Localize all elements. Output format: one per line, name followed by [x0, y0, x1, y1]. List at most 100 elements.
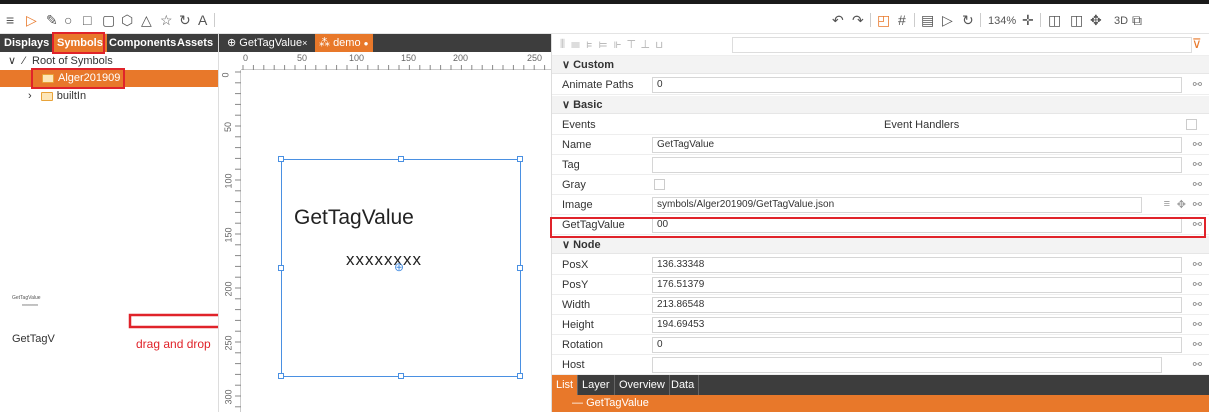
panel-left-icon[interactable]: ◫ [1048, 13, 1061, 27]
section-label: Custom [573, 59, 615, 71]
link-icon[interactable]: ⚯ [1193, 278, 1202, 291]
symbol-thumb-label[interactable]: GetTagV [12, 333, 55, 345]
resize-handle[interactable] [517, 265, 523, 271]
tab-list[interactable]: List [552, 375, 579, 395]
move-icon[interactable]: ✥ [1090, 13, 1102, 27]
tab-demo[interactable]: ⁂ demo ● [315, 34, 373, 52]
link-icon[interactable]: ⚯ [1193, 298, 1202, 311]
3d-toggle[interactable]: 3D [1114, 15, 1128, 27]
circle-tool-icon[interactable]: ○ [64, 13, 72, 27]
fullscreen-icon[interactable]: ⧉ [1132, 13, 1142, 27]
section-custom[interactable]: ∨ Custom [552, 56, 1209, 74]
chevron-down-icon: ∨ [562, 59, 574, 71]
list-item[interactable]: — GetTagValue [552, 395, 1209, 412]
resize-handle[interactable] [398, 156, 404, 162]
align-toolbar: ⫴☰⊧⊨⊩⊤⊥⊔ ⊽ [552, 34, 1209, 56]
link-icon[interactable]: ⚯ [1193, 158, 1202, 171]
list-icon[interactable]: ≡ [1164, 198, 1170, 210]
image-field[interactable]: symbols/Alger201909/GetTagValue.json [652, 197, 1142, 213]
rect-tool-icon[interactable]: □ [83, 13, 91, 27]
tree-item-label: builtIn [56, 90, 87, 102]
tag-field[interactable] [652, 157, 1182, 173]
ruler-label: 250 [527, 53, 543, 63]
link-icon[interactable]: ⚯ [1193, 218, 1202, 231]
host-field[interactable] [652, 357, 1162, 373]
link-icon[interactable]: ⚯ [1193, 358, 1202, 371]
resize-handle[interactable] [398, 373, 404, 379]
animate-paths-field[interactable]: 0 [652, 77, 1182, 93]
gettagvalue-field[interactable]: 00 [652, 217, 1182, 233]
preview-play-icon[interactable]: ▷ [942, 13, 953, 27]
undo-icon[interactable]: ↶ [832, 13, 844, 27]
panel-right-icon[interactable]: ◫ [1070, 13, 1083, 27]
tab-overview[interactable]: Overview [615, 375, 670, 395]
posx-field[interactable]: 136.33348 [652, 257, 1182, 273]
resize-handle[interactable] [278, 373, 284, 379]
resize-handle[interactable] [278, 156, 284, 162]
thumb-sub: xxxxxxxx [22, 302, 38, 307]
move-icon[interactable]: ✥ [1177, 198, 1186, 211]
tab-components[interactable]: Components [105, 34, 180, 52]
resize-handle[interactable] [517, 156, 523, 162]
prop-label: Name [562, 139, 592, 151]
anchor-icon[interactable]: ⊕ [394, 260, 404, 274]
tree-item-alger201909[interactable]: Alger201909 [0, 70, 218, 87]
list-item-label: GetTagValue [586, 397, 649, 409]
property-filter-input[interactable] [732, 37, 1192, 53]
unsaved-dot-icon: ● [363, 39, 369, 48]
filter-icon[interactable]: ⊽ [1192, 36, 1202, 52]
section-basic[interactable]: ∨ Basic [552, 96, 1209, 114]
events-checkbox[interactable] [1186, 119, 1197, 130]
row-host: Host ⚯ [552, 355, 1209, 375]
link-icon[interactable]: ⚯ [1193, 318, 1202, 331]
resize-handle[interactable] [278, 265, 284, 271]
toolbar-divider [870, 13, 871, 27]
section-node[interactable]: ∨ Node [552, 236, 1209, 254]
link-icon[interactable]: ⚯ [1193, 78, 1202, 91]
event-handlers-label[interactable]: Event Handlers [884, 119, 959, 131]
bottom-tabs: List Layer Overview Data [552, 375, 1209, 395]
redo-icon[interactable]: ↷ [852, 13, 864, 27]
ruler-label: 50 [223, 121, 234, 133]
tab-layer[interactable]: Layer [578, 375, 615, 395]
name-field[interactable]: GetTagValue [652, 137, 1182, 153]
ruler-label: 300 [223, 389, 234, 405]
ruler-label: 150 [401, 53, 417, 63]
posy-field[interactable]: 176.51379 [652, 277, 1182, 293]
tab-data[interactable]: Data [667, 375, 700, 395]
rounded-rect-tool-icon[interactable]: ▢ [102, 13, 115, 27]
height-field[interactable]: 194.69453 [652, 317, 1182, 333]
link-icon[interactable]: ⚯ [1193, 178, 1202, 191]
close-icon[interactable]: × [302, 38, 307, 48]
tab-displays[interactable]: Displays [0, 34, 53, 52]
tab-symbols[interactable]: Symbols [53, 34, 107, 52]
symbol-node[interactable]: GetTagValue xxxxxxxx ⊕ [278, 156, 523, 379]
fit-icon[interactable]: ✛ [1022, 13, 1034, 27]
align-icons[interactable]: ⫴☰⊧⊨⊩⊤⊥⊔ [560, 37, 669, 52]
link-icon[interactable]: ⚯ [1193, 198, 1202, 211]
save-icon[interactable]: ▤ [921, 13, 934, 27]
hexagon-tool-icon[interactable]: ⬡ [121, 13, 133, 27]
grid-icon[interactable]: # [898, 13, 906, 27]
pen-icon[interactable]: ✎ [46, 13, 58, 27]
width-field[interactable]: 213.86548 [652, 297, 1182, 313]
tree-item-builtin[interactable]: › builtIn [0, 88, 218, 104]
tab-assets[interactable]: Assets [173, 34, 217, 52]
reload-icon[interactable]: ↻ [962, 13, 974, 27]
resize-handle[interactable] [517, 373, 523, 379]
snap-icon[interactable]: ◰ [877, 13, 890, 27]
link-icon[interactable]: ⚯ [1193, 338, 1202, 351]
arc-tool-icon[interactable]: ↻ [179, 13, 191, 27]
zoom-level[interactable]: 134% [988, 15, 1016, 27]
rotation-field[interactable]: 0 [652, 337, 1182, 353]
star-tool-icon[interactable]: ☆ [160, 13, 173, 27]
link-icon[interactable]: ⚯ [1193, 138, 1202, 151]
select-pointer-icon[interactable]: ▷ [26, 13, 37, 27]
text-tool-icon[interactable]: A [198, 13, 207, 27]
menu-icon[interactable]: ≡ [6, 13, 14, 27]
gray-checkbox[interactable] [654, 179, 665, 190]
tree-root[interactable]: ∨ ⁄ Root of Symbols [0, 53, 218, 69]
tab-gettagvalue[interactable]: ⊕ GetTagValue× [223, 34, 311, 52]
link-icon[interactable]: ⚯ [1193, 258, 1202, 271]
triangle-tool-icon[interactable]: △ [141, 13, 152, 27]
